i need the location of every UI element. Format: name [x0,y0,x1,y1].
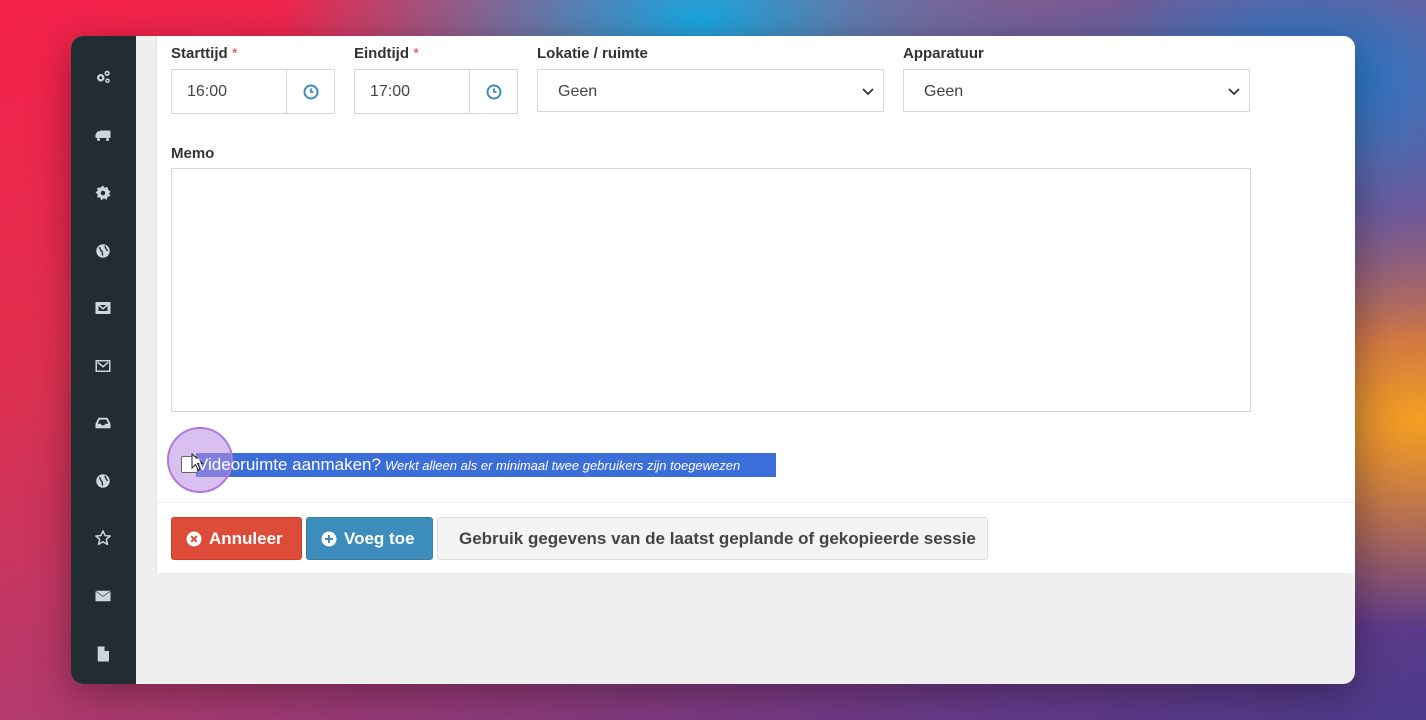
cancel-button-label: Annuleer [209,528,283,548]
gears-icon[interactable] [91,65,115,89]
video-room-hint: Werkt alleen als er minimaal twee gebrui… [384,458,741,473]
equipment-selected-value: Geen [924,83,964,100]
sidebar [71,36,136,684]
envelope-outline-icon[interactable] [91,296,115,320]
end-time-input-group: 17:00 [354,69,518,114]
form-panel: Starttijd * 16:00 Eindtijd * 17:00 Lokat… [156,36,1355,573]
form-footer-divider [157,502,1355,503]
app-window: Starttijd * 16:00 Eindtijd * 17:00 Lokat… [71,36,1355,684]
star-outline-icon[interactable] [91,526,115,550]
equipment-select[interactable]: Geen [903,69,1250,112]
location-selected-value: Geen [558,83,598,100]
cancel-button[interactable]: Annuleer [171,517,302,560]
times-circle-icon [186,531,202,546]
plus-circle-icon [321,531,337,546]
add-button-label: Voeg toe [344,528,415,548]
clock-icon[interactable] [286,70,334,113]
location-label: Lokatie / ruimte [537,45,648,62]
equipment-label: Apparatuur [903,45,984,62]
globe-icon[interactable] [91,469,115,493]
clock-icon[interactable] [469,70,517,113]
add-button[interactable]: Voeg toe [306,517,433,560]
file-icon[interactable] [91,642,115,666]
memo-label: Memo [171,145,215,162]
use-previous-session-label: Gebruik gegevens van de laatst geplande … [459,528,976,548]
start-time-label: Starttijd * [171,45,238,62]
video-room-label-text: Videoruimte aanmaken? [197,455,381,474]
start-time-input[interactable]: 16:00 [172,70,287,113]
chevron-down-icon [1228,88,1240,96]
globe-icon[interactable] [91,239,115,263]
chevron-down-icon [862,88,874,96]
truck-icon[interactable] [91,123,115,147]
start-time-input-group: 16:00 [171,69,335,114]
memo-textarea[interactable] [171,168,1251,412]
location-select[interactable]: Geen [537,69,884,112]
use-previous-session-button[interactable]: Gebruik gegevens van de laatst geplande … [437,517,988,560]
video-room-label[interactable]: Videoruimte aanmaken? Werkt alleen als er… [197,453,740,477]
end-time-input[interactable]: 17:00 [355,70,470,113]
end-time-label: Eindtijd * [354,45,420,62]
envelope-outline-icon[interactable] [91,354,115,378]
inbox-icon[interactable] [91,411,115,435]
gear-icon[interactable] [91,181,115,205]
envelope-icon[interactable] [91,584,115,608]
